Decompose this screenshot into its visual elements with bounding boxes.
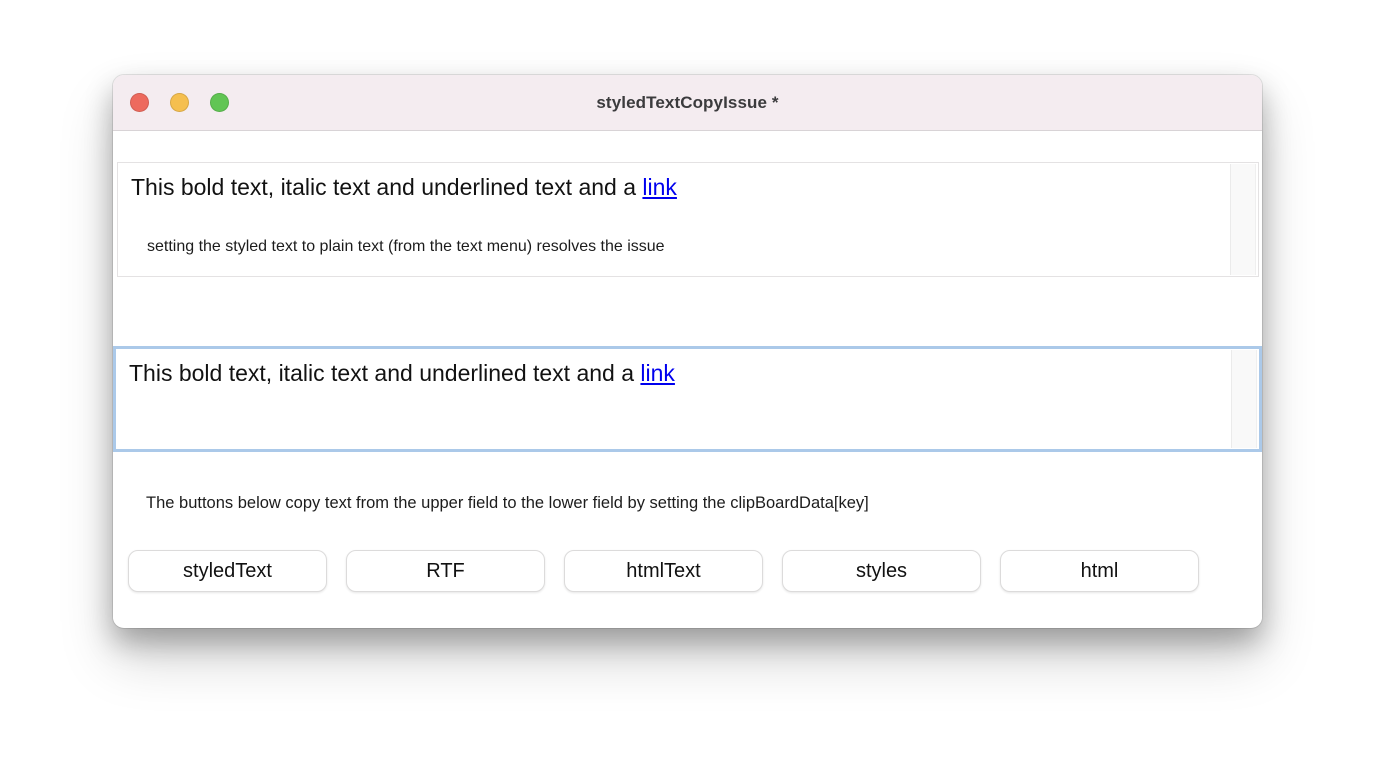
- upper-field-text: This bold text, italic text and underlin…: [131, 174, 642, 200]
- traffic-lights: [130, 75, 229, 130]
- upper-field-scrollbar-track[interactable]: [1230, 164, 1256, 275]
- upper-field-note: setting the styled text to plain text (f…: [118, 238, 1258, 256]
- upper-text-field[interactable]: This bold text, italic text and underlin…: [117, 162, 1259, 277]
- minimize-button[interactable]: [170, 93, 189, 112]
- lower-field-link[interactable]: link: [640, 360, 675, 386]
- copy-styles-button[interactable]: styles: [782, 550, 981, 592]
- titlebar[interactable]: styledTextCopyIssue *: [113, 75, 1262, 131]
- button-row: styledText RTF htmlText styles html: [128, 550, 1199, 592]
- copy-styledtext-button[interactable]: styledText: [128, 550, 327, 592]
- lower-text-field[interactable]: This bold text, italic text and underlin…: [113, 346, 1262, 452]
- app-window: styledTextCopyIssue * This bold text, it…: [113, 75, 1262, 628]
- copy-html-button[interactable]: html: [1000, 550, 1199, 592]
- copy-htmltext-button[interactable]: htmlText: [564, 550, 763, 592]
- upper-field-link[interactable]: link: [642, 174, 677, 200]
- lower-field-scrollbar-track[interactable]: [1231, 350, 1257, 448]
- buttons-caption: The buttons below copy text from the upp…: [146, 494, 869, 513]
- lower-field-styled-line: This bold text, italic text and underlin…: [116, 349, 1259, 387]
- close-button[interactable]: [130, 93, 149, 112]
- window-title: styledTextCopyIssue *: [596, 93, 778, 113]
- zoom-button[interactable]: [210, 93, 229, 112]
- copy-rtf-button[interactable]: RTF: [346, 550, 545, 592]
- window-content: This bold text, italic text and underlin…: [113, 131, 1262, 627]
- lower-field-text: This bold text, italic text and underlin…: [129, 360, 640, 386]
- upper-field-styled-line: This bold text, italic text and underlin…: [118, 163, 1258, 201]
